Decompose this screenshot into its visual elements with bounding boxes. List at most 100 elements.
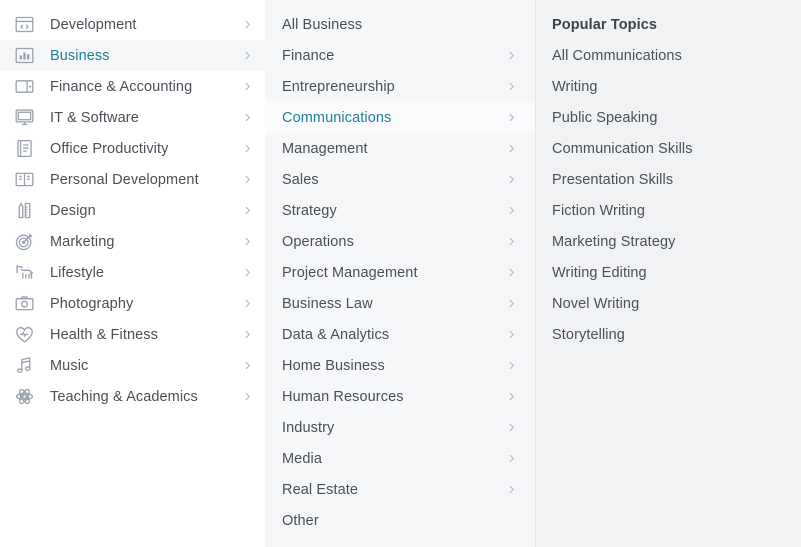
popular-topic-item[interactable]: Marketing Strategy xyxy=(536,226,801,257)
category-item[interactable]: IT & Software xyxy=(0,102,265,133)
subcategory-item[interactable]: All Business xyxy=(265,9,535,40)
category-item-label: Design xyxy=(38,203,241,219)
wallet-icon xyxy=(10,75,38,99)
category-item[interactable]: Business xyxy=(0,40,265,71)
popular-topics-column: Popular Topics All CommunicationsWriting… xyxy=(536,0,801,547)
popular-topic-item[interactable]: Presentation Skills xyxy=(536,164,801,195)
popular-topic-item-label: Writing Editing xyxy=(552,265,647,281)
subcategory-item[interactable]: Entrepreneurship xyxy=(265,71,535,102)
subcategory-item[interactable]: Finance xyxy=(265,40,535,71)
category-item[interactable]: Finance & Accounting xyxy=(0,71,265,102)
popular-topic-item[interactable]: Public Speaking xyxy=(536,102,801,133)
subcategory-item-label: Media xyxy=(282,451,505,467)
popular-topic-item-label: Presentation Skills xyxy=(552,172,673,188)
category-item[interactable]: Design xyxy=(0,195,265,226)
chevron-right-icon xyxy=(241,19,253,31)
category-item[interactable]: Development xyxy=(0,9,265,40)
category-item[interactable]: Office Productivity xyxy=(0,133,265,164)
bar-chart-icon xyxy=(10,44,38,68)
popular-topic-item-label: Marketing Strategy xyxy=(552,234,676,250)
category-item[interactable]: Music xyxy=(0,350,265,381)
subcategory-item[interactable]: Human Resources xyxy=(265,381,535,412)
music-note-icon xyxy=(10,354,38,378)
popular-topic-item-label: Fiction Writing xyxy=(552,203,645,219)
subcategory-item-label: Strategy xyxy=(282,203,505,219)
chevron-right-icon xyxy=(505,174,517,186)
subcategory-item[interactable]: Communications xyxy=(265,102,535,133)
popular-topic-item[interactable]: Communication Skills xyxy=(536,133,801,164)
chevron-right-icon xyxy=(241,81,253,93)
subcategory-item[interactable]: Media xyxy=(265,443,535,474)
category-item-label: Health & Fitness xyxy=(38,327,241,343)
chevron-right-icon xyxy=(241,267,253,279)
category-item[interactable]: Teaching & Academics xyxy=(0,381,265,412)
chevron-right-icon xyxy=(505,267,517,279)
chevron-right-icon xyxy=(505,422,517,434)
heart-pulse-icon xyxy=(10,323,38,347)
chevron-right-icon xyxy=(241,391,253,403)
popular-topic-item-label: Storytelling xyxy=(552,327,625,343)
subcategory-item[interactable]: Sales xyxy=(265,164,535,195)
subcategory-item-label: Home Business xyxy=(282,358,505,374)
chevron-right-icon xyxy=(505,81,517,93)
subcategory-item[interactable]: Industry xyxy=(265,412,535,443)
subcategory-item-label: Other xyxy=(282,513,505,529)
category-item-label: Marketing xyxy=(38,234,241,250)
category-item-label: Photography xyxy=(38,296,241,312)
chevron-right-icon xyxy=(505,360,517,372)
subcategory-item-label: Communications xyxy=(282,110,505,126)
popular-topic-item[interactable]: Novel Writing xyxy=(536,288,801,319)
popular-topic-item[interactable]: All Communications xyxy=(536,40,801,71)
popular-topic-item-label: Communication Skills xyxy=(552,141,693,157)
chevron-right-icon xyxy=(505,50,517,62)
chevron-right-icon xyxy=(505,391,517,403)
subcategory-column: All BusinessFinance Entrepreneurship Commu… xyxy=(265,0,536,547)
subcategory-item[interactable]: Real Estate xyxy=(265,474,535,505)
monitor-icon xyxy=(10,106,38,130)
popular-topic-item-label: Public Speaking xyxy=(552,110,658,126)
popular-topic-item-label: All Communications xyxy=(552,48,682,64)
chevron-right-icon xyxy=(241,329,253,341)
subcategory-item-label: Entrepreneurship xyxy=(282,79,505,95)
popular-topic-item[interactable]: Fiction Writing xyxy=(536,195,801,226)
chevron-right-icon xyxy=(241,174,253,186)
dog-icon xyxy=(10,261,38,285)
subcategory-item-label: Data & Analytics xyxy=(282,327,505,343)
category-item-label: Development xyxy=(38,17,241,33)
chevron-right-icon xyxy=(505,205,517,217)
subcategory-item[interactable]: Operations xyxy=(265,226,535,257)
subcategory-item[interactable]: Management xyxy=(265,133,535,164)
chevron-right-icon xyxy=(241,143,253,155)
popular-topic-item[interactable]: Writing xyxy=(536,71,801,102)
popular-topic-item[interactable]: Storytelling xyxy=(536,319,801,350)
subcategory-item[interactable]: Strategy xyxy=(265,195,535,226)
open-book-icon xyxy=(10,168,38,192)
subcategory-item[interactable]: Other xyxy=(265,505,535,536)
subcategory-item-label: Operations xyxy=(282,234,505,250)
chevron-right-icon xyxy=(505,236,517,248)
subcategory-item-label: Management xyxy=(282,141,505,157)
camera-icon xyxy=(10,292,38,316)
subcategory-item-label: Human Resources xyxy=(282,389,505,405)
category-column: Development Business Finance & AccountingI… xyxy=(0,0,265,547)
category-item[interactable]: Lifestyle xyxy=(0,257,265,288)
category-item[interactable]: Photography xyxy=(0,288,265,319)
chevron-right-icon xyxy=(505,112,517,124)
category-item[interactable]: Personal Development xyxy=(0,164,265,195)
category-item[interactable]: Health & Fitness xyxy=(0,319,265,350)
subcategory-item[interactable]: Data & Analytics xyxy=(265,319,535,350)
chevron-right-icon xyxy=(505,143,517,155)
subcategory-item[interactable]: Home Business xyxy=(265,350,535,381)
subcategory-item-label: Sales xyxy=(282,172,505,188)
popular-topic-item-label: Novel Writing xyxy=(552,296,639,312)
chevron-right-icon xyxy=(505,298,517,310)
pen-ruler-icon xyxy=(10,199,38,223)
category-item-label: Lifestyle xyxy=(38,265,241,281)
popular-topic-item[interactable]: Writing Editing xyxy=(536,257,801,288)
category-item[interactable]: Marketing xyxy=(0,226,265,257)
category-item-label: Business xyxy=(38,48,241,64)
chevron-right-icon xyxy=(505,484,517,496)
chevron-right-icon xyxy=(505,453,517,465)
subcategory-item[interactable]: Project Management xyxy=(265,257,535,288)
subcategory-item[interactable]: Business Law xyxy=(265,288,535,319)
